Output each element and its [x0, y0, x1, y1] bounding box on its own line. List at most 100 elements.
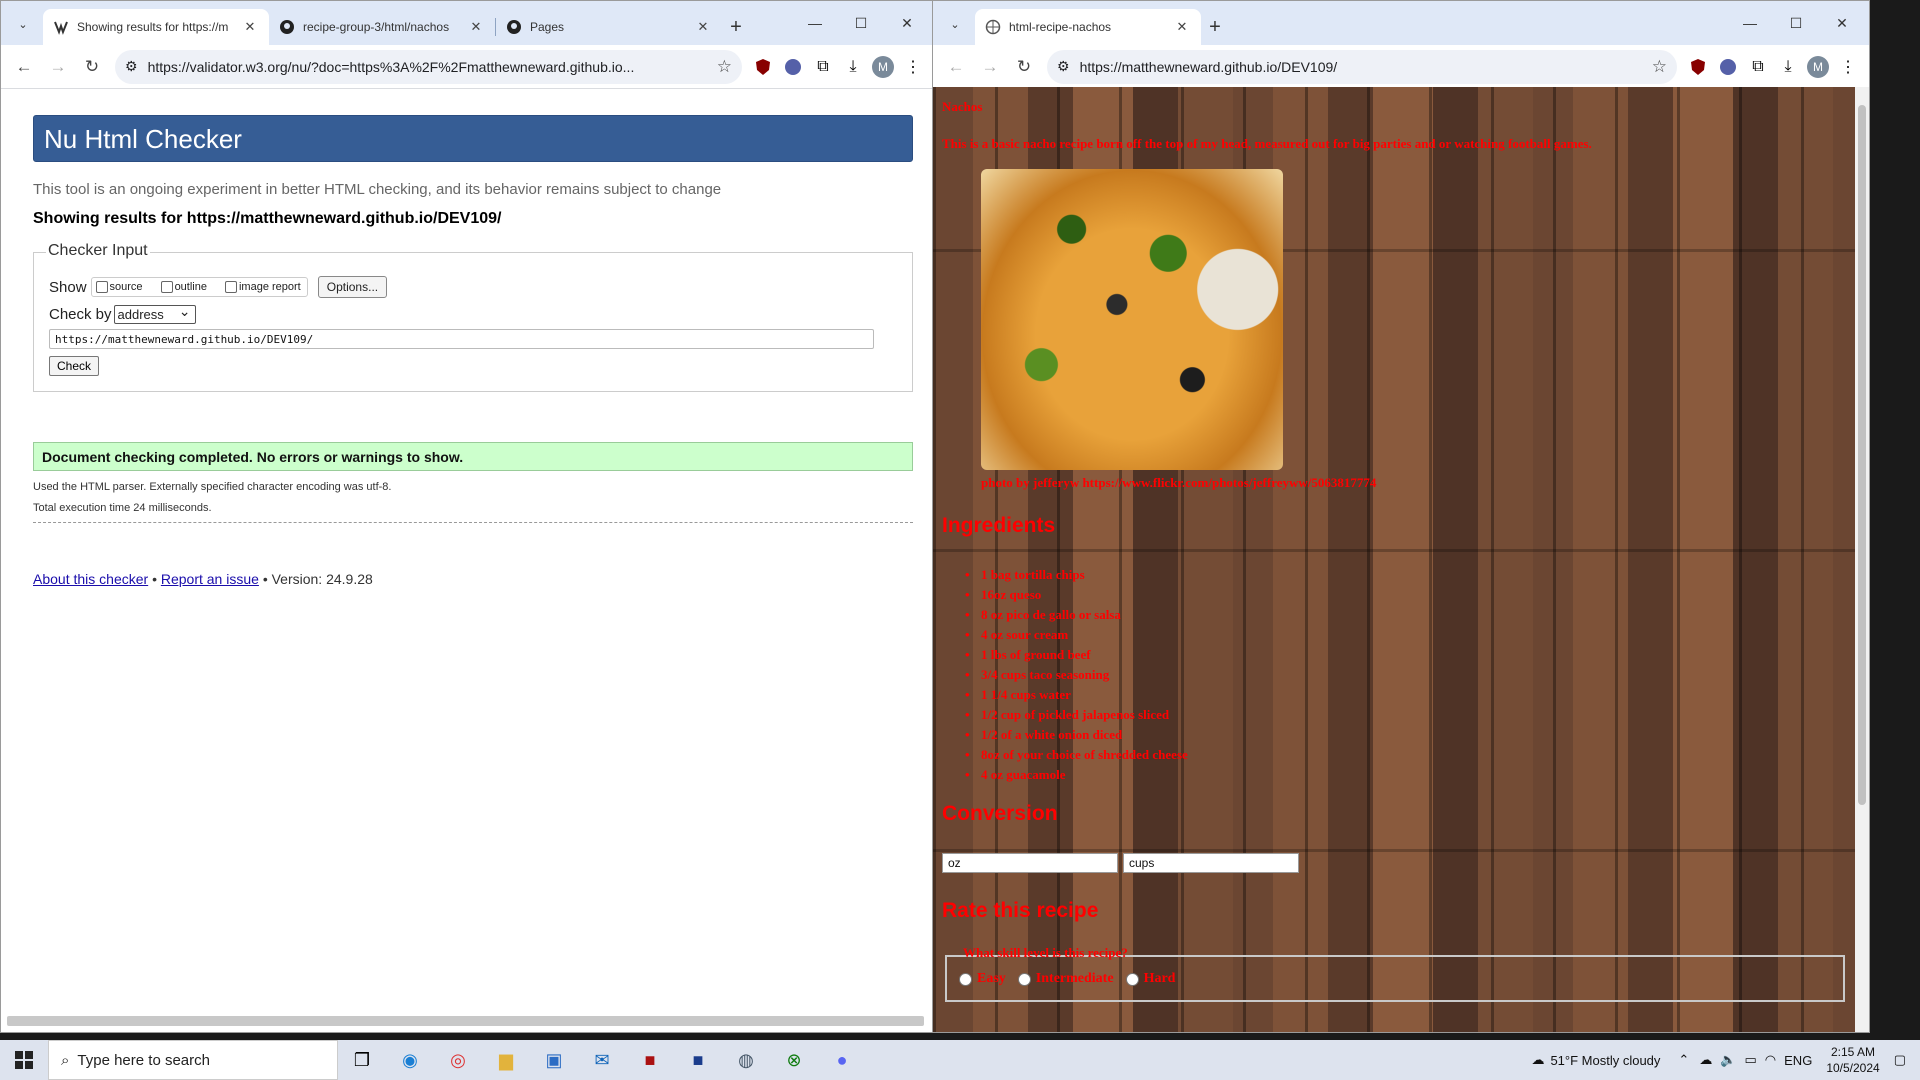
file-explorer-icon[interactable]: ▆	[482, 1040, 530, 1080]
wifi-icon[interactable]: ◠	[1765, 1052, 1776, 1068]
back-icon[interactable]: ←	[939, 50, 973, 84]
onedrive-icon[interactable]: ☁	[1699, 1052, 1712, 1068]
address-bar[interactable]: ⚙ https://matthewneward.github.io/DEV109…	[1047, 49, 1677, 84]
rating-fieldset: What skill level is this recipe? Easy In…	[945, 945, 1845, 1002]
horizontal-scrollbar[interactable]	[7, 1016, 924, 1026]
image-report-checkbox[interactable]	[224, 281, 237, 293]
battery-icon[interactable]: ▭	[1745, 1052, 1757, 1068]
tab-search-dropdown[interactable]: ⌄	[941, 11, 969, 37]
store-icon[interactable]: ▣	[530, 1040, 578, 1080]
list-item: 8oz of your choice of shredded cheese	[965, 745, 1188, 765]
show-label: Show	[49, 278, 87, 296]
site-info-icon[interactable]: ⚙	[1057, 58, 1070, 75]
forward-icon[interactable]: →	[41, 50, 75, 84]
hard-radio[interactable]	[1125, 972, 1139, 986]
outlook-icon[interactable]: ✉	[578, 1040, 626, 1080]
check-by-select[interactable]: address	[113, 303, 196, 324]
checker-input-legend: Checker Input	[46, 242, 150, 260]
download-icon[interactable]: ⤓	[838, 52, 868, 82]
xbox-icon[interactable]: ⊗	[770, 1040, 818, 1080]
tab-search-dropdown[interactable]: ⌄	[9, 11, 37, 37]
close-tab-icon[interactable]: ✕	[241, 19, 259, 35]
easy-radio[interactable]	[959, 972, 972, 986]
tab-validator[interactable]: Showing results for https://m ✕	[43, 9, 269, 45]
vertical-scrollbar[interactable]	[1855, 87, 1869, 1032]
windows-start-icon[interactable]	[0, 1040, 48, 1080]
language-indicator[interactable]: ENG	[1784, 1053, 1812, 1068]
cups-input[interactable]: cups	[1123, 853, 1299, 873]
report-issue-link[interactable]: Report an issue	[161, 571, 259, 587]
tab-github-nachos[interactable]: recipe-group-3/html/nachos ✕	[269, 9, 495, 45]
bookmark-star-icon[interactable]: ☆	[1652, 57, 1667, 77]
list-item: 8 oz pico de gallo or salsa	[965, 605, 1188, 625]
chrome-icon[interactable]: ◎	[434, 1040, 482, 1080]
taskbar-search-box[interactable]: ⌕ Type here to search	[48, 1040, 338, 1080]
tab-pages[interactable]: Pages ✕	[496, 9, 722, 45]
close-window-icon[interactable]: ✕	[1819, 9, 1865, 37]
about-checker-link[interactable]: About this checker	[33, 571, 148, 587]
options-button[interactable]: Options...	[317, 276, 388, 298]
task-view-icon[interactable]: ❐	[338, 1040, 386, 1080]
list-item: 4 oz sour cream	[965, 625, 1188, 645]
list-item: 1 bag tortilla chips	[965, 565, 1188, 585]
site-info-icon[interactable]: ⚙	[125, 58, 138, 75]
check-by-label: Check by	[49, 306, 112, 323]
profile-avatar[interactable]: M	[872, 55, 894, 78]
extensions-puzzle-icon[interactable]: ⧉	[808, 52, 838, 82]
nachos-recipe-page: Nachos This is a basic nacho recipe born…	[933, 87, 1869, 1032]
back-icon[interactable]: ←	[7, 50, 41, 84]
close-tab-icon[interactable]: ✕	[467, 19, 485, 35]
oz-input[interactable]: oz	[942, 853, 1118, 873]
outline-checkbox[interactable]	[160, 281, 173, 293]
profile-avatar[interactable]: M	[1807, 55, 1829, 78]
ublock-extension-icon[interactable]	[748, 52, 778, 82]
address-input[interactable]: https://matthewneward.github.io/DEV109/	[49, 329, 874, 349]
forward-icon[interactable]: →	[973, 50, 1007, 84]
red-app-icon[interactable]: ■	[626, 1040, 674, 1080]
close-tab-icon[interactable]: ✕	[694, 19, 712, 35]
weather-text[interactable]: 51°F Mostly cloudy	[1550, 1053, 1660, 1068]
minimize-icon[interactable]: —	[792, 9, 838, 37]
rating-question: What skill level is this recipe?	[963, 945, 1128, 960]
maximize-icon[interactable]: ☐	[838, 9, 884, 37]
menu-kebab-icon[interactable]: ⋮	[1833, 52, 1863, 82]
close-tab-icon[interactable]: ✕	[1173, 19, 1191, 35]
check-button[interactable]: Check	[49, 356, 100, 376]
reload-icon[interactable]: ↻	[1007, 50, 1041, 84]
globe-app-icon[interactable]: ◍	[722, 1040, 770, 1080]
intermediate-radio[interactable]	[1017, 972, 1031, 986]
menu-kebab-icon[interactable]: ⋮	[898, 52, 928, 82]
new-tab-button[interactable]: +	[722, 9, 750, 45]
volume-icon[interactable]: 🔈	[1720, 1052, 1736, 1068]
source-checkbox[interactable]	[95, 281, 108, 293]
clock[interactable]: 2:15 AM 10/5/2024	[1826, 1044, 1879, 1076]
close-window-icon[interactable]: ✕	[884, 9, 930, 37]
extensions-puzzle-icon[interactable]: ⧉	[1743, 52, 1773, 82]
reload-icon[interactable]: ↻	[75, 50, 109, 84]
edge-icon[interactable]: ◉	[386, 1040, 434, 1080]
github-favicon-icon	[279, 19, 295, 35]
bookmark-star-icon[interactable]: ☆	[717, 57, 732, 77]
terminal-app-icon[interactable]: ■	[674, 1040, 722, 1080]
minimize-icon[interactable]: —	[1727, 9, 1773, 37]
new-tab-button[interactable]: +	[1201, 9, 1229, 45]
scrollbar-thumb[interactable]	[1858, 105, 1866, 805]
list-item: 16oz queso	[965, 585, 1188, 605]
maximize-icon[interactable]: ☐	[1773, 9, 1819, 37]
download-icon[interactable]: ⤓	[1773, 52, 1803, 82]
notification-icon[interactable]: ▢	[1894, 1052, 1906, 1068]
tab-nachos[interactable]: html-recipe-nachos ✕	[975, 9, 1201, 45]
list-item: 3/4 cups taco seasoning	[965, 665, 1188, 685]
stylus-extension-icon[interactable]	[1713, 52, 1743, 82]
tagline: This tool is an ongoing experiment in be…	[33, 181, 722, 198]
tray-chevron-icon[interactable]: ⌃	[1678, 1052, 1689, 1068]
stylus-extension-icon[interactable]	[778, 52, 808, 82]
weather-icon[interactable]: ☁	[1531, 1052, 1544, 1068]
discord-icon[interactable]: ●	[818, 1040, 866, 1080]
list-item: 1/2 cup of pickled jalapenos sliced	[965, 705, 1188, 725]
list-item: 1 lbs of ground beef	[965, 645, 1188, 665]
ublock-extension-icon[interactable]	[1683, 52, 1713, 82]
github-favicon-icon	[506, 19, 522, 35]
address-bar[interactable]: ⚙ https://validator.w3.org/nu/?doc=https…	[115, 49, 742, 84]
parser-info: Used the HTML parser. Externally specifi…	[33, 481, 392, 493]
